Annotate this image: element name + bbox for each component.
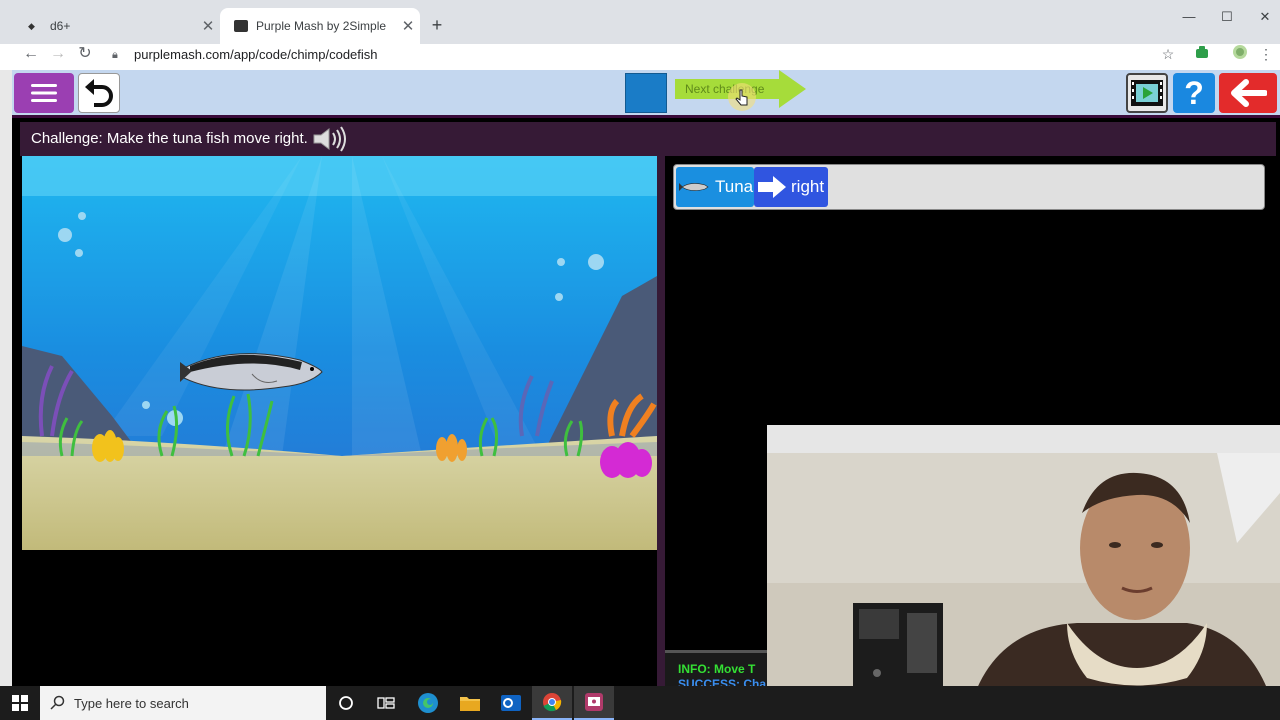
chrome-icon[interactable]	[532, 686, 572, 720]
video-button[interactable]	[1126, 73, 1168, 113]
tab-title: d6+	[50, 19, 71, 33]
back-arrow-icon[interactable]: ←	[19, 42, 43, 66]
hamburger-icon	[31, 84, 57, 102]
back-arrow-icon	[1231, 79, 1267, 107]
webcam-header	[767, 425, 1280, 455]
menu-button[interactable]	[14, 73, 74, 113]
bubble	[588, 254, 604, 270]
search-icon	[50, 695, 65, 710]
bubble	[557, 258, 565, 266]
close-tab-icon[interactable]: ✕	[396, 17, 420, 35]
forward-arrow-icon[interactable]: →	[46, 42, 70, 66]
webcam-video	[767, 453, 1280, 720]
cortana-icon[interactable]	[326, 686, 366, 720]
bubble	[58, 228, 72, 242]
challenge-text: Challenge: Make the tuna fish move right…	[31, 130, 308, 147]
question-mark-icon: ?	[1184, 74, 1204, 111]
tab-title: Purple Mash by 2Simple	[256, 19, 387, 33]
move-right-block[interactable]: right	[754, 167, 828, 207]
exit-button[interactable]	[1219, 73, 1277, 113]
tuna-block-label: Tuna	[715, 177, 754, 196]
speaker-icon[interactable]	[312, 126, 348, 152]
bookmark-star-icon[interactable]: ☆	[1158, 44, 1178, 64]
d6-favicon-icon: ◆	[28, 21, 35, 31]
move-right-label: right	[791, 177, 825, 196]
windows-logo-icon	[12, 695, 28, 711]
start-button[interactable]	[0, 686, 40, 720]
underwater-scene	[22, 156, 657, 550]
right-arrow-icon	[758, 176, 786, 198]
status-square	[625, 73, 667, 113]
undo-button[interactable]	[78, 73, 120, 113]
taskbar-search[interactable]: Type here to search	[40, 686, 326, 720]
panel-divider	[657, 156, 665, 686]
bubble	[555, 293, 563, 301]
task-view-icon[interactable]	[366, 686, 406, 720]
url-text: purplemash.com/app/code/chimp/codefish	[134, 46, 378, 62]
lock-icon: 🔒︎	[112, 49, 118, 61]
purple-mash-favicon-icon	[234, 20, 248, 32]
cursor-hand-icon	[728, 83, 756, 111]
tuna-object-block[interactable]: Tuna	[676, 167, 754, 207]
tab-d6[interactable]: ◆ d6+ ✕	[14, 8, 220, 44]
close-tab-icon[interactable]: ✕	[196, 17, 220, 35]
bubble	[78, 212, 86, 220]
file-explorer-icon[interactable]	[450, 686, 490, 720]
recording-app-icon[interactable]	[574, 686, 614, 720]
maximize-icon[interactable]: ☐	[1208, 8, 1246, 26]
profile-icon[interactable]	[1230, 44, 1250, 64]
page-left-edge	[0, 70, 12, 686]
tab-purple-mash[interactable]: Purple Mash by 2Simple ✕	[220, 8, 420, 44]
console-info-line: INFO: Move T	[678, 662, 756, 676]
address-bar[interactable]: 🔒︎ purplemash.com/app/code/chimp/codefis…	[104, 42, 1186, 66]
close-window-icon[interactable]: ✕	[1246, 8, 1280, 26]
undo-icon	[85, 79, 113, 107]
next-challenge-button[interactable]: Next challenge	[675, 70, 807, 111]
reload-icon[interactable]: ↻	[73, 42, 97, 66]
browser-menu-icon[interactable]: ⋮	[1256, 44, 1276, 64]
new-tab-icon[interactable]: +	[426, 14, 448, 36]
computer-tower	[853, 603, 943, 698]
bubble	[75, 249, 83, 257]
bubble	[142, 401, 150, 409]
help-button[interactable]: ?	[1173, 73, 1215, 113]
tuna-icon	[679, 183, 709, 191]
extension-icon[interactable]	[1192, 44, 1212, 64]
edge-browser-icon[interactable]	[408, 686, 448, 720]
film-icon	[1131, 80, 1163, 106]
outlook-icon[interactable]	[491, 686, 531, 720]
search-placeholder: Type here to search	[74, 695, 189, 711]
minimize-icon[interactable]: —	[1170, 8, 1208, 26]
